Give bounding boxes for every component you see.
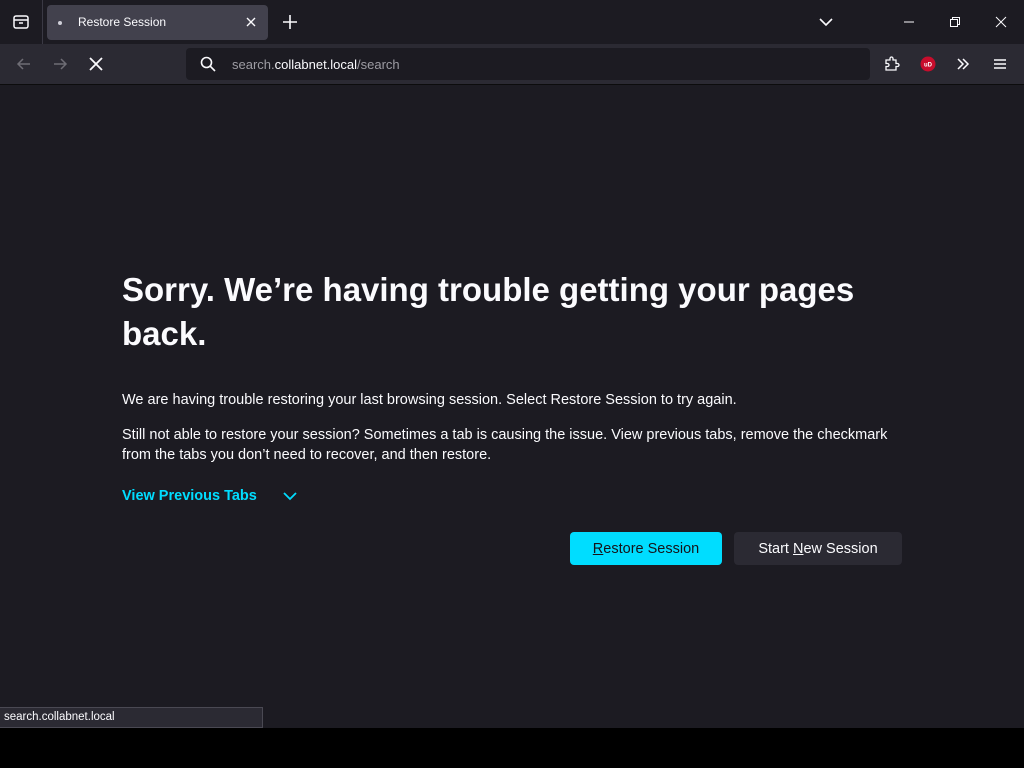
navigation-toolbar: search.collabnet.local/search uD [0, 44, 1024, 85]
close-icon[interactable] [244, 15, 258, 29]
ublock-button[interactable]: uD [916, 52, 940, 76]
chevron-down-icon[interactable] [816, 12, 836, 32]
tab-title: Restore Session [78, 15, 167, 29]
svg-text:uD: uD [924, 63, 933, 69]
restore-description: We are having trouble restoring your las… [122, 392, 737, 408]
restore-window-button[interactable] [932, 0, 978, 44]
stop-button[interactable] [84, 52, 108, 76]
forward-button[interactable] [48, 52, 72, 76]
new-session-accesskey: N [793, 540, 804, 557]
close-window-button[interactable] [978, 0, 1024, 44]
restore-accesskey: R [592, 540, 604, 557]
new-session-label-rest: ew Session [803, 540, 878, 557]
url-text[interactable]: search.collabnet.local/search [232, 57, 400, 72]
url-bar[interactable]: search.collabnet.local/search [186, 48, 870, 80]
restore-help-text: Still not able to restore your session? … [122, 427, 888, 463]
chevron-double-right-icon [957, 58, 970, 70]
view-previous-tabs-label: View Previous Tabs [122, 488, 257, 504]
overflow-button[interactable] [951, 52, 975, 76]
puzzle-icon [885, 56, 900, 71]
tab-strip: Restore Session [0, 0, 1024, 44]
minimize-icon [904, 21, 914, 23]
arrow-right-icon [54, 58, 68, 70]
url-path: /search [357, 57, 400, 72]
new-session-label-start: Start [758, 540, 793, 557]
tab-restore-session[interactable]: Restore Session [47, 5, 268, 40]
page-title: Sorry. We’re having trouble getting your… [122, 271, 855, 352]
window-bottom-area [0, 728, 1024, 768]
tab-list-button[interactable] [0, 0, 43, 44]
status-tooltip: search.collabnet.local [0, 707, 263, 728]
stop-icon [89, 57, 103, 71]
url-host: collabnet.local [274, 57, 358, 72]
extensions-button[interactable] [880, 52, 904, 76]
tab-list-icon [13, 15, 29, 29]
hamburger-menu-icon [994, 59, 1006, 69]
ublock-icon: uD [920, 56, 936, 72]
view-previous-tabs-toggle[interactable]: View Previous Tabs [122, 485, 299, 507]
restore-window-icon [950, 17, 960, 27]
url-host-prefix: search. [232, 57, 275, 72]
restore-session-button[interactable]: Restore Session [570, 532, 722, 565]
tab-loading-indicator [58, 21, 62, 25]
page-content: Sorry. We’re having trouble getting your… [0, 85, 1024, 728]
start-new-session-button[interactable]: Start New Session [734, 532, 902, 565]
search-icon [200, 56, 216, 72]
back-button[interactable] [12, 52, 36, 76]
close-window-icon [995, 16, 1007, 28]
app-menu-button[interactable] [988, 52, 1012, 76]
minimize-button[interactable] [886, 0, 932, 44]
chevron-down-icon [283, 492, 297, 501]
plus-icon[interactable] [279, 11, 301, 33]
restore-button-label: estore Session [603, 540, 700, 557]
arrow-left-icon [16, 58, 30, 70]
